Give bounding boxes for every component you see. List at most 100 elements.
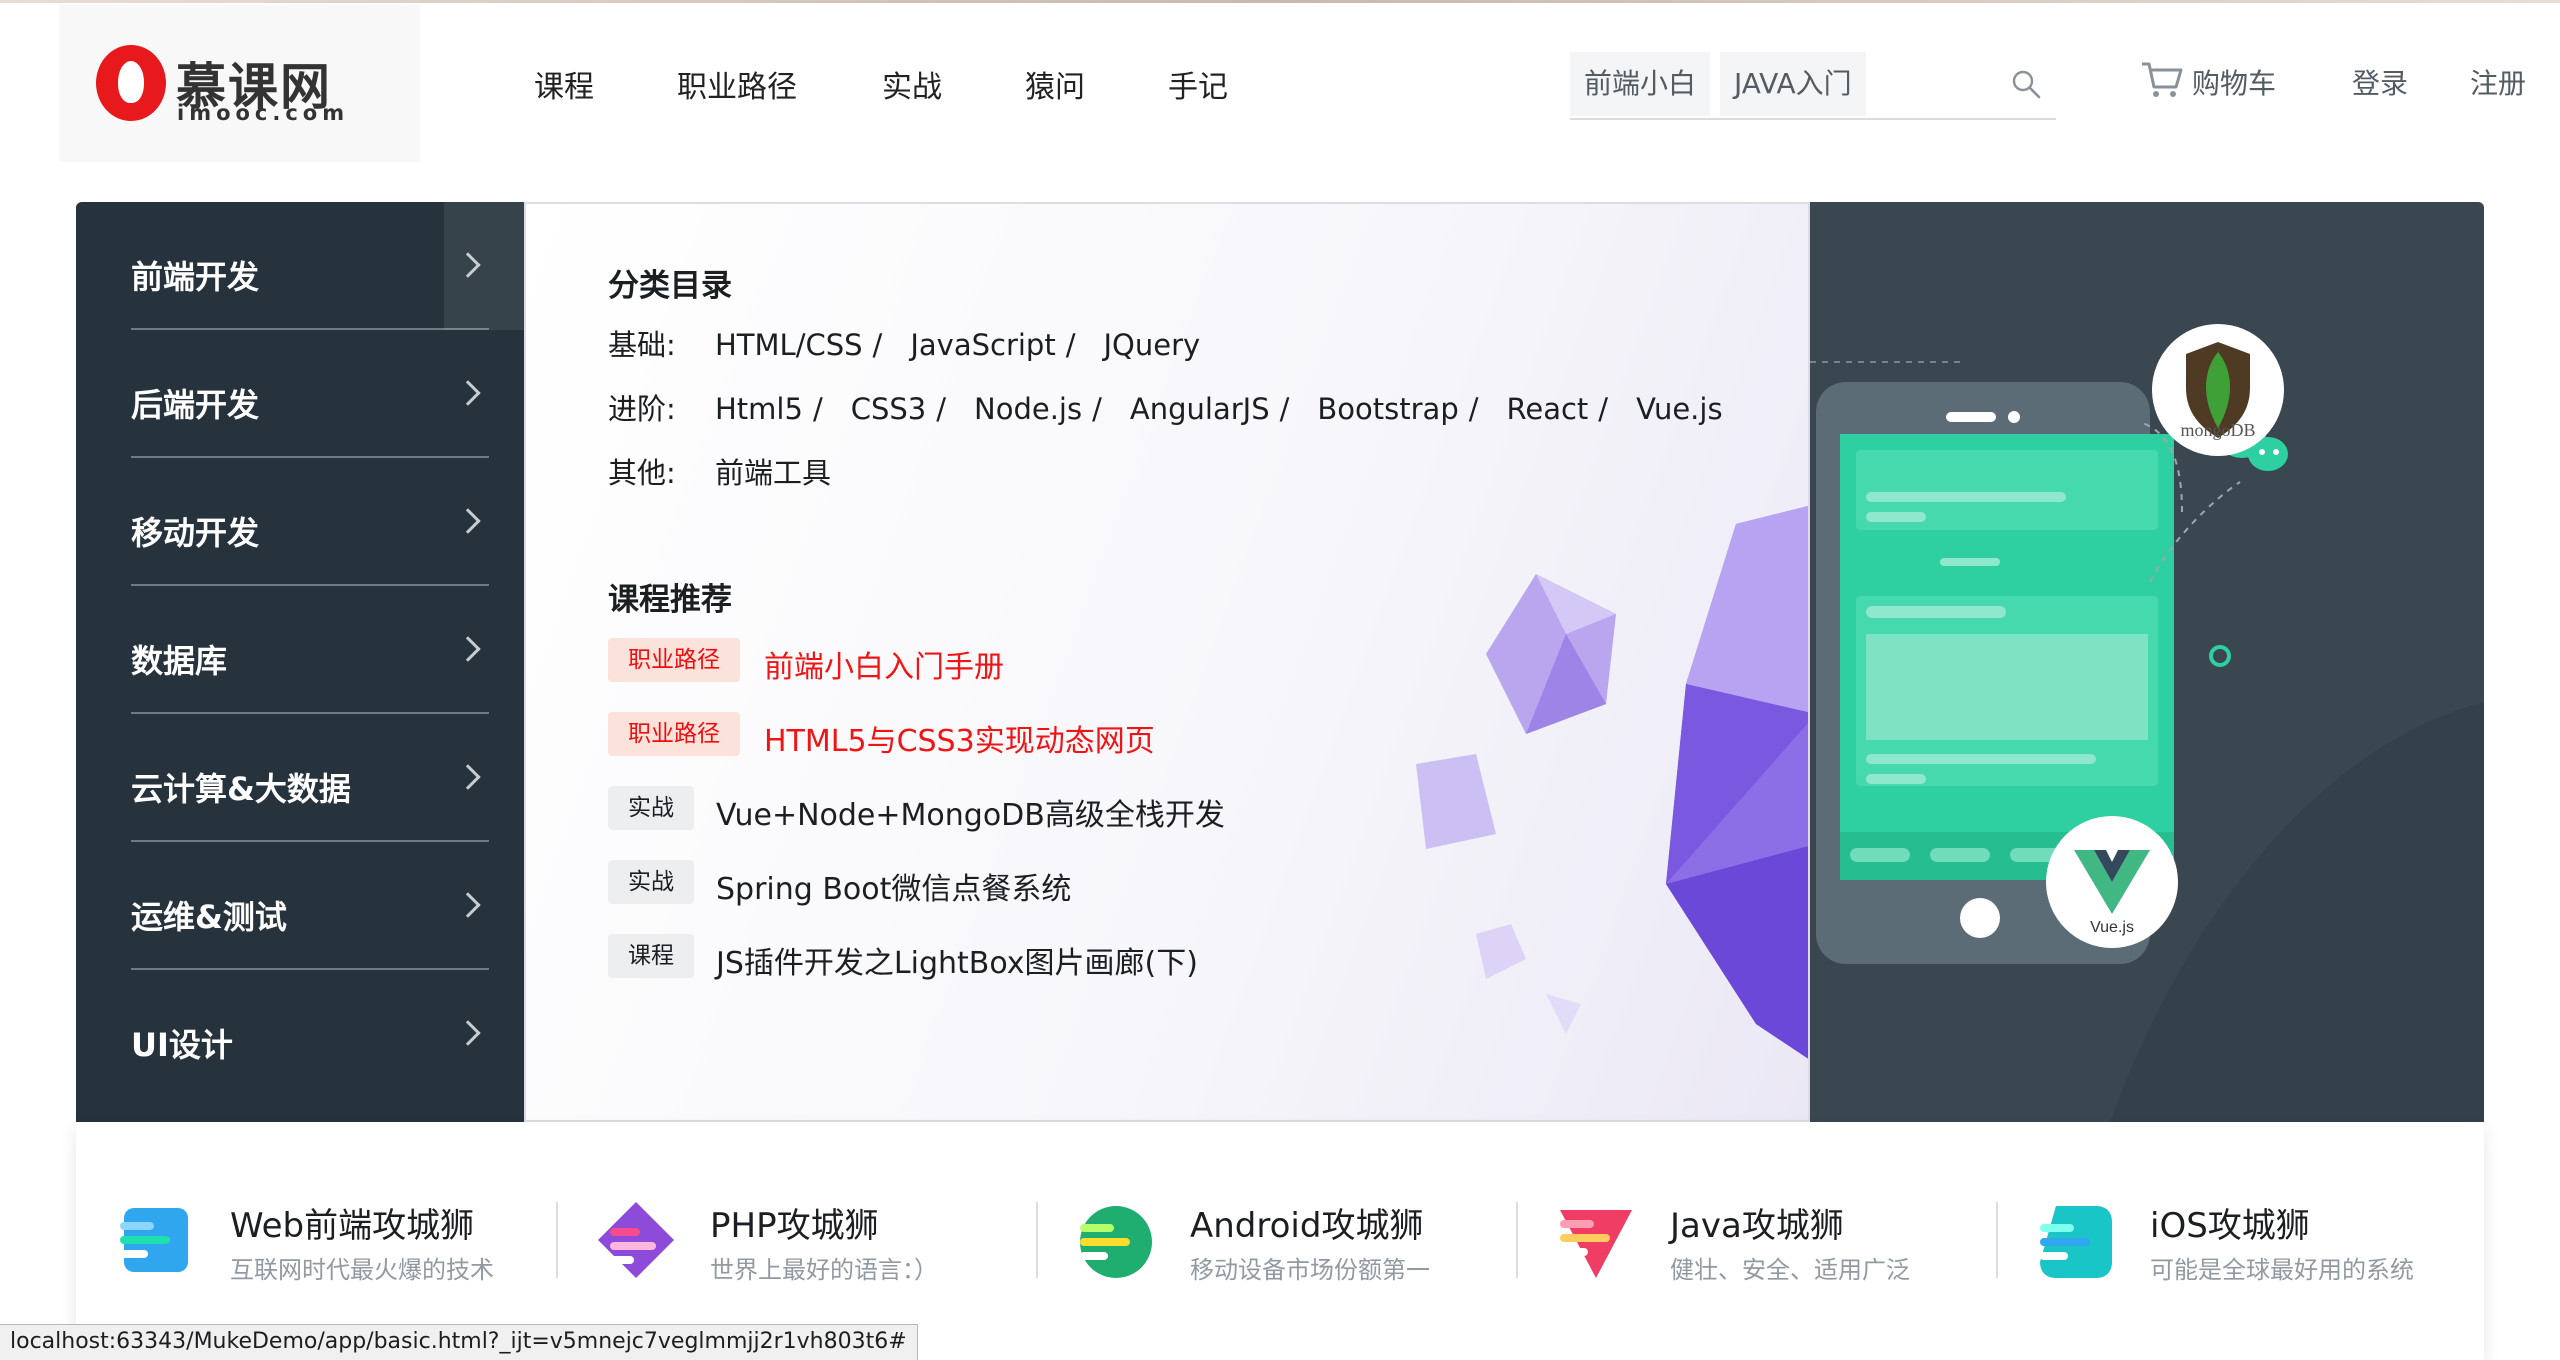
category-subtitle: 世界上最好的语言：） [710,1256,938,1284]
menu-label: 运维&测试 [131,898,287,936]
catalog-title: 分类目录 [608,268,732,304]
android-icon [1080,1206,1152,1278]
submenu-panel: 分类目录 基础: HTML/CSS / JavaScript / JQuery 进阶: Ht… [524,202,1810,1122]
site-logo[interactable]: 慕课网 imooc.com [59,5,420,162]
catalog-row-label: 进阶: [608,392,676,426]
catalog-row-label: 其他: [608,456,676,490]
recommend-title-link[interactable]: JS插件开发之LightBox图片画廊(下) [716,938,1198,982]
banner-illustration[interactable]: mongoDB Vue.js [1810,202,2484,1122]
cart-label: 购物车 [2192,67,2277,100]
chevron-right-icon [455,892,481,918]
menu-item-ui-design[interactable]: UI设计 [131,970,489,1098]
category-subtitle: 健壮、安全、适用广泛 [1670,1256,1910,1284]
catalog-link[interactable]: AngularJS [1130,392,1270,426]
java-icon [1560,1210,1632,1278]
category-ios[interactable]: iOS攻城狮 可能是全球最好用的系统 [2036,1198,2456,1298]
category-title: Android攻城狮 [1190,1206,1424,1246]
category-subtitle: 互联网时代最火爆的技术 [230,1256,494,1284]
catalog-link[interactable]: Node.js [974,392,1082,426]
recommend-title-link[interactable]: Vue+Node+MongoDB高级全栈开发 [716,790,1225,834]
menu-item-database[interactable]: 数据库 [131,586,489,714]
search-icon[interactable] [2010,68,2042,100]
category-java[interactable]: Java攻城狮 健壮、安全、适用广泛 [1556,1198,1976,1298]
vue-logo-text: Vue.js [2090,919,2134,936]
top-line [0,0,2560,3]
ios-icon [2040,1206,2112,1278]
divider [1996,1202,1998,1278]
chevron-right-icon [455,508,481,534]
recommend-title-link[interactable]: Spring Boot微信点餐系统 [716,864,1071,908]
catalog-row-other: 其他: 前端工具 [608,450,841,492]
recommend-tag: 实战 [608,786,694,830]
category-php[interactable]: PHP攻城狮 世界上最好的语言：） [596,1198,1016,1298]
category-web[interactable]: Web前端攻城狮 互联网时代最火爆的技术 [116,1198,536,1298]
category-menu: 前端开发 后端开发 移动开发 数据库 云计算&大数据 运维&测试 UI设计 [76,202,524,1122]
register-link[interactable]: 注册 [2470,62,2526,102]
menu-label: 后端开发 [131,386,260,424]
crystal-decoration [1416,506,1808,1059]
menu-label: 云计算&大数据 [131,770,351,808]
chevron-right-icon [455,636,481,662]
catalog-link[interactable]: JQuery [1103,328,1200,362]
chevron-right-icon [455,764,481,790]
category-title: PHP攻城狮 [710,1206,879,1246]
recommend-tag: 课程 [608,934,694,978]
category-title: Java攻城狮 [1670,1206,1844,1246]
nav-qa[interactable]: 猿问 [1025,62,1085,106]
nav-practice[interactable]: 实战 [882,62,942,106]
recommend-title-link[interactable]: HTML5与CSS3实现动态网页 [764,716,1155,760]
category-android[interactable]: Android攻城狮 移动设备市场份额第一 [1076,1198,1496,1298]
search-tag[interactable]: JAVA入门 [1720,52,1866,116]
web-icon [120,1208,188,1272]
phone-illustration: mongoDB Vue.js [1810,324,2484,1122]
menu-label: 移动开发 [131,514,260,552]
category-subtitle: 移动设备市场份额第一 [1190,1256,1430,1284]
divider [1036,1202,1038,1278]
mongodb-logo-text: mongoDB [2180,420,2255,440]
menu-label: UI设计 [131,1026,233,1064]
menu-item-frontend[interactable]: 前端开发 [131,202,524,330]
chevron-right-icon [455,252,481,278]
catalog-row-label: 基础: [608,328,676,362]
catalog-link[interactable]: HTML/CSS [715,328,863,362]
recommend-tag: 实战 [608,860,694,904]
catalog-link[interactable]: CSS3 [851,392,927,426]
cart-icon [2142,62,2183,97]
nav-notes[interactable]: 手记 [1168,62,1228,106]
catalog-link[interactable]: React [1507,392,1589,426]
catalog-link[interactable]: Bootstrap [1317,392,1458,426]
nav-courses[interactable]: 课程 [534,62,594,106]
search-tag[interactable]: 前端小白 [1570,52,1711,116]
logo-text-en: imooc.com [177,101,350,125]
chevron-right-icon [455,1020,481,1046]
category-title: Web前端攻城狮 [230,1206,475,1246]
banner: 前端开发 后端开发 移动开发 数据库 云计算&大数据 运维&测试 UI设计 分类… [76,202,2484,1122]
catalog-link[interactable]: Html5 [715,392,803,426]
status-bar-url: localhost:63343/MukeDemo/app/basic.html?… [0,1324,918,1360]
flame-logo-icon [96,45,166,121]
catalog-link[interactable]: Vue.js [1636,392,1722,426]
login-link[interactable]: 登录 [2352,62,2408,102]
recommend-title: 课程推荐 [608,582,732,618]
menu-label: 数据库 [131,642,228,680]
menu-item-ops-testing[interactable]: 运维&测试 [131,842,489,970]
search-box[interactable]: 前端小白 JAVA入门 [1570,52,2056,120]
menu-label: 前端开发 [131,258,260,296]
category-subtitle: 可能是全球最好用的系统 [2150,1256,2414,1284]
php-icon [598,1202,674,1278]
recommend-title-link[interactable]: 前端小白入门手册 [764,642,1004,686]
chevron-right-icon [455,380,481,406]
catalog-link[interactable]: 前端工具 [715,456,831,490]
catalog-row-advanced: 进阶: Html5/CSS3/Node.js / AngularJS / Bootstra… [608,386,1733,428]
menu-item-cloud-bigdata[interactable]: 云计算&大数据 [131,714,489,842]
category-title: iOS攻城狮 [2150,1206,2310,1246]
menu-item-backend[interactable]: 后端开发 [131,330,489,458]
nav-career-path[interactable]: 职业路径 [677,62,797,106]
recommend-tag: 职业路径 [608,712,740,756]
recommend-tag: 职业路径 [608,638,740,682]
divider [556,1202,558,1278]
catalog-row-basic: 基础: HTML/CSS / JavaScript / JQuery [608,322,1210,364]
divider [1516,1202,1518,1278]
menu-item-mobile[interactable]: 移动开发 [131,458,489,586]
catalog-link[interactable]: JavaScript [910,328,1055,362]
